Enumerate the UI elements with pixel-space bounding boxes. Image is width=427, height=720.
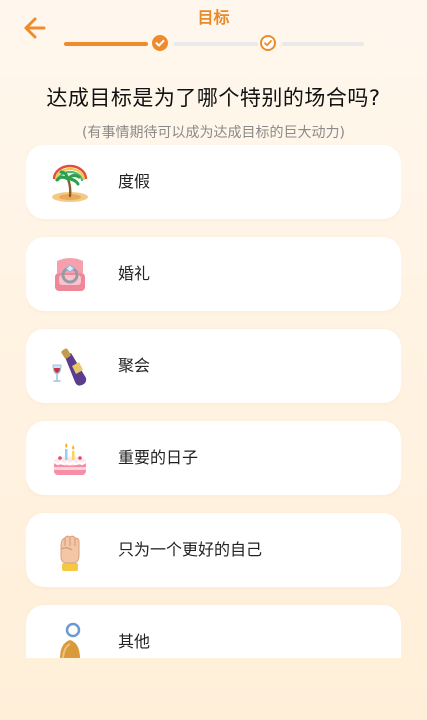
progress-segment-completed xyxy=(64,42,148,46)
option-label: 婚礼 xyxy=(118,264,151,283)
check-icon xyxy=(155,39,165,47)
option-important-day[interactable]: 重要的日子 xyxy=(26,421,401,495)
step-current-indicator xyxy=(260,35,276,51)
option-label: 其他 xyxy=(118,632,151,651)
check-icon xyxy=(264,40,272,47)
option-label: 只为一个更好的自己 xyxy=(118,540,263,559)
option-label: 度假 xyxy=(118,172,151,191)
option-label: 聚会 xyxy=(118,356,151,375)
option-wedding[interactable]: 婚礼 xyxy=(26,237,401,311)
option-list: 度假 婚礼 聚会 重要的日子 只为一个更好的自己 其他 xyxy=(26,145,401,658)
bell-icon xyxy=(60,622,81,658)
option-other[interactable]: 其他 xyxy=(26,605,401,658)
progress-segment-pending xyxy=(282,42,364,46)
step-progress xyxy=(64,34,364,54)
page-title: 目标 xyxy=(197,8,230,27)
birthday-cake-icon xyxy=(54,443,86,475)
step-completed-indicator xyxy=(152,35,168,51)
option-vacation[interactable]: 度假 xyxy=(26,145,401,219)
ring-box-icon xyxy=(55,258,85,291)
question-heading: 达成目标是为了哪个特别的场合吗? xyxy=(46,86,381,110)
option-better-self[interactable]: 只为一个更好的自己 xyxy=(26,513,401,587)
progress-segment-pending xyxy=(174,42,258,46)
wine-bottle-icon xyxy=(52,348,87,386)
option-party[interactable]: 聚会 xyxy=(26,329,401,403)
question-subtitle: (有事情期待可以成为达成目标的巨大动力) xyxy=(82,125,345,141)
raised-fist-icon xyxy=(60,535,80,571)
header: 目标 xyxy=(0,0,427,60)
island-icon xyxy=(52,164,88,202)
option-label: 重要的日子 xyxy=(118,448,199,467)
